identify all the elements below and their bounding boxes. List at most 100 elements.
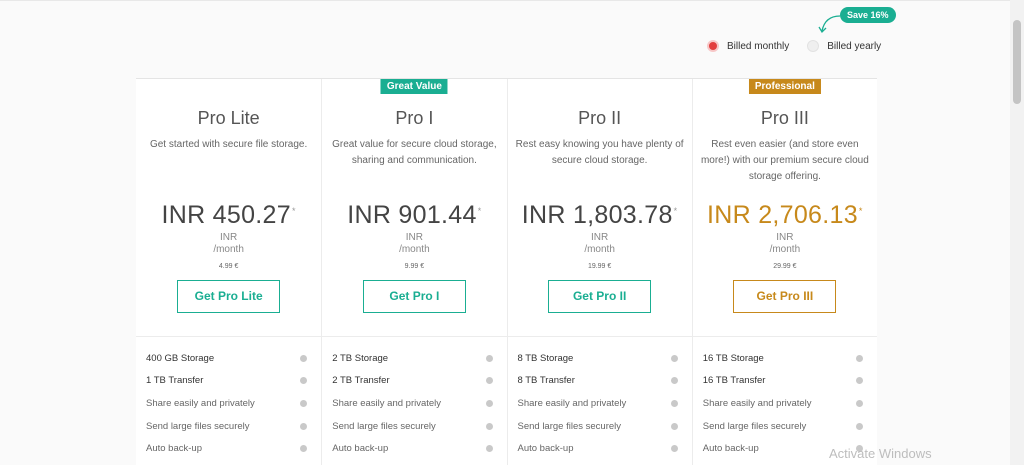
feature-item: Share easily and privately [332,392,496,415]
feature-list: 400 GB Storage 1 TB Transfer Share easily … [136,336,322,465]
plan-euro-price: 4.99 € [218,263,239,270]
get-plan-button[interactable]: Get Pro I [362,280,466,313]
info-icon[interactable] [485,377,493,385]
feature-label: Auto back-up [146,443,202,455]
info-icon[interactable] [856,399,863,407]
info-icon[interactable] [670,445,678,453]
feature-label: Send large files securely [517,420,622,432]
feature-label: Send large files securely [702,420,807,432]
price-asterisk: * [858,205,863,216]
plan-pro-1: Great Value Pro I Great value for secure c… [321,79,507,465]
plan-description: Great value for secure cloud storage, sh… [332,139,497,166]
feature-item: Auto back-up [332,437,496,460]
info-icon[interactable] [300,422,308,430]
feature-item: Auto back-up [518,437,682,460]
plan-currency: INR [591,232,609,243]
billed-monthly-option[interactable]: Billed monthly [707,40,789,52]
price-value: INR 1,803.78 [521,201,673,229]
feature-label: 16 TB Transfer [702,375,766,387]
info-icon[interactable] [300,445,308,453]
info-icon[interactable] [485,422,493,430]
plan-euro-price: 29.99 € [773,263,797,270]
feature-item: 2 TB Storage [332,347,496,370]
save-badge: Save 16% [840,7,896,23]
info-icon[interactable] [485,399,493,407]
info-icon[interactable] [670,354,678,362]
plan-price: INR 901.44* [322,201,506,230]
plan-currency: INR [776,232,794,243]
info-icon[interactable] [670,377,678,385]
price-value: INR 901.44 [347,201,477,229]
get-plan-button[interactable]: Get Pro II [548,280,652,313]
feature-item: Send large files securely [332,415,496,438]
feature-label: 2 TB Storage [332,352,389,364]
feature-item: Auto back-up [146,437,311,460]
feature-label: Auto back-up [517,443,574,455]
info-icon[interactable] [485,445,493,453]
plan-period: /month [584,244,615,255]
price-asterisk: * [477,205,482,216]
feature-label: 2 TB Transfer [332,375,390,387]
feature-label: Auto back-up [332,443,389,455]
info-icon[interactable] [670,422,678,430]
info-icon[interactable] [856,354,863,362]
feature-list: 8 TB Storage 8 TB Transfer Share easily an… [507,336,692,465]
plan-period: /month [769,244,801,255]
info-icon[interactable] [856,377,863,385]
feature-label: Share easily and privately [332,397,442,409]
get-plan-button[interactable]: Get Pro Lite [177,280,281,313]
feature-label: 400 GB Storage [146,352,215,364]
radio-yearly[interactable] [807,40,820,52]
feature-item: File versioning [518,460,682,465]
info-icon[interactable] [300,399,308,407]
plan-name: Pro I [395,108,434,128]
feature-item: 16 TB Storage [703,347,867,370]
save-callout: Save 16% [818,6,898,36]
feature-item: 1 TB Transfer [146,370,311,393]
feature-label: Send large files securely [146,420,250,432]
plan-name: Pro Lite [197,108,260,128]
price-value: INR 450.27 [161,201,291,229]
info-icon[interactable] [670,399,678,407]
info-icon[interactable] [485,354,493,362]
billed-yearly-option[interactable]: Billed yearly [807,40,881,52]
feature-item: 2 TB Transfer [332,370,496,393]
scrollbar-thumb[interactable] [1013,20,1021,104]
plan-pro-3: Professional Pro III Rest even easier (and… [691,79,877,465]
info-icon[interactable] [856,422,863,430]
vertical-scrollbar[interactable] [1010,0,1024,465]
price-asterisk: * [291,205,296,216]
info-icon[interactable] [300,354,308,362]
price-asterisk: * [673,205,678,216]
plan-description: Rest easy knowing you have plenty of sec… [515,139,684,166]
plan-currency: INR [220,232,238,243]
feature-item: 8 TB Transfer [518,370,682,393]
get-plan-button[interactable]: Get Pro III [733,280,837,313]
plan-euro-price: 19.99 € [587,263,612,270]
price-value: INR 2,706.13 [707,201,858,229]
feature-label: 1 TB Transfer [146,375,204,387]
info-icon[interactable] [300,377,308,385]
plan-period: /month [399,244,430,255]
plan-currency: INR [405,232,423,243]
feature-label: Send large files securely [332,420,436,432]
billed-yearly-label: Billed yearly [827,40,882,52]
feature-item: Share easily and privately [518,392,682,415]
plan-price: INR 1,803.78* [508,201,692,230]
billing-toggle: Billed monthly Billed yearly [707,40,881,52]
plan-description: Rest even easier (and store even more!) … [700,139,869,182]
feature-item: File versioning [332,460,496,465]
plan-pro-lite: Pro Lite Get started with secure file sto… [136,79,322,465]
radio-monthly[interactable] [707,40,719,52]
feature-label: Auto back-up [702,443,759,455]
feature-item: Send large files securely [146,415,311,438]
feature-label: Share easily and privately [517,397,627,409]
feature-item: 400 GB Storage [146,347,311,370]
feature-item: File versioning [146,460,311,465]
feature-label: 8 TB Storage [517,352,574,364]
plan-euro-price: 9.99 € [404,263,425,270]
activation-watermark: Activate Windows [829,446,932,461]
feature-label: Share easily and privately [146,397,255,409]
feature-item: 8 TB Storage [518,347,682,370]
feature-list: 2 TB Storage 2 TB Transfer Share easily an… [322,336,507,465]
